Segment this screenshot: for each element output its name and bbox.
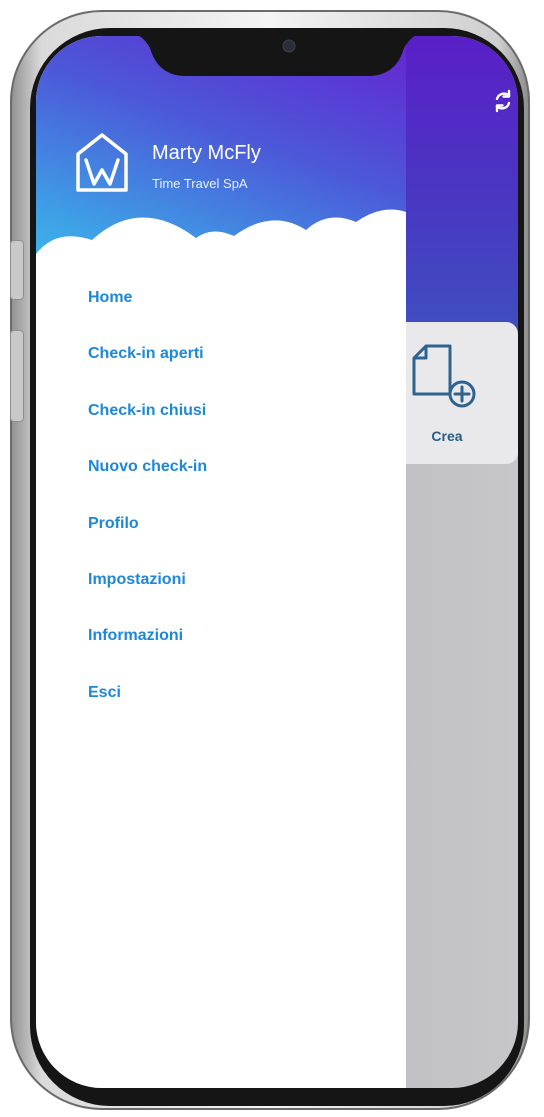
menu-item-logout[interactable]: Esci bbox=[88, 683, 207, 739]
menu-item-info[interactable]: Informazioni bbox=[88, 626, 207, 682]
company-name: Time Travel SpA bbox=[152, 176, 248, 191]
create-label: Crea bbox=[431, 428, 463, 444]
menu-item-closed-checkins[interactable]: Check-in chiusi bbox=[88, 401, 207, 457]
menu-item-open-checkins[interactable]: Check-in aperti bbox=[88, 344, 207, 400]
menu-item-settings[interactable]: Impostazioni bbox=[88, 570, 207, 626]
front-camera bbox=[282, 39, 296, 53]
volume-button bbox=[10, 330, 24, 422]
create-card[interactable]: Crea bbox=[392, 322, 518, 464]
menu-item-new-checkin[interactable]: Nuovo check-in bbox=[88, 457, 207, 513]
notch bbox=[132, 34, 422, 76]
new-document-icon bbox=[412, 344, 476, 408]
screen: Crea Marty McFly Time Travel SpA Home Ch… bbox=[36, 36, 518, 1088]
menu-item-home[interactable]: Home bbox=[88, 288, 207, 344]
house-w-logo-icon bbox=[76, 133, 128, 192]
menu-item-profile[interactable]: Profilo bbox=[88, 514, 207, 570]
sync-icon[interactable] bbox=[488, 86, 518, 116]
user-name: Marty McFly bbox=[152, 142, 261, 164]
mute-switch bbox=[10, 240, 24, 300]
drawer-menu: Home Check-in aperti Check-in chiusi Nuo… bbox=[88, 288, 207, 739]
navigation-drawer: Marty McFly Time Travel SpA Home Check-i… bbox=[36, 36, 406, 1088]
